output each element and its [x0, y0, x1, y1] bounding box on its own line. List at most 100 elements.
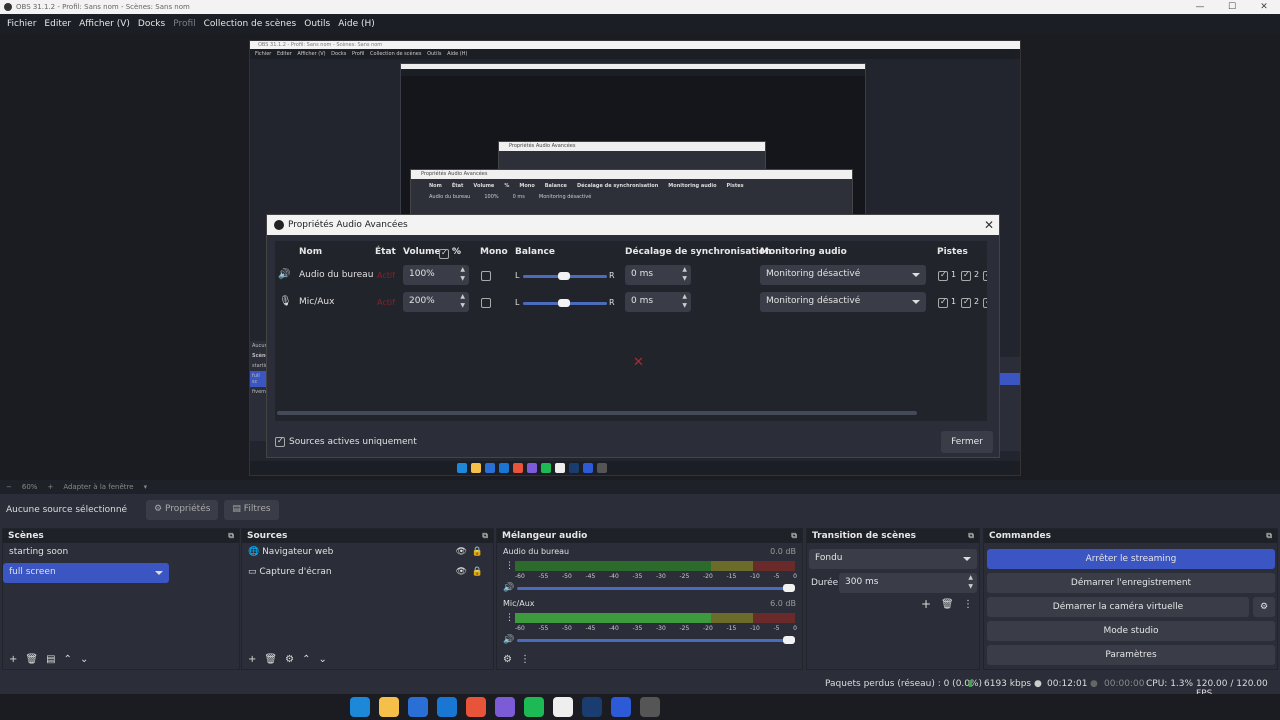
balance-knob[interactable]: [558, 272, 570, 280]
add-icon[interactable]: +: [9, 654, 17, 665]
outlook-icon[interactable]: [437, 697, 457, 717]
settings-button[interactable]: Paramètres: [987, 645, 1275, 665]
close-dialog-button[interactable]: Fermer: [941, 431, 993, 453]
monitoring-select[interactable]: Monitoring désactivé: [760, 265, 926, 285]
channel-volume-slider[interactable]: [517, 584, 795, 592]
balance-knob[interactable]: [558, 299, 570, 307]
menu-fichier[interactable]: Fichier: [7, 19, 36, 29]
stop-streaming-button[interactable]: Arrêter le streaming: [987, 549, 1275, 569]
gear-icon[interactable]: ⚙: [285, 654, 294, 665]
filters-button[interactable]: ▤ Filtres: [224, 500, 279, 520]
menu-docks[interactable]: Docks: [138, 19, 165, 29]
start-recording-button[interactable]: Démarrer l'enregistrement: [987, 573, 1275, 593]
studio-mode-button[interactable]: Mode studio: [987, 621, 1275, 641]
dialog-close-icon[interactable]: ✕: [984, 218, 994, 232]
filter-icon[interactable]: ▤: [46, 654, 55, 665]
scene-item[interactable]: starting soon: [3, 543, 239, 563]
balance-slider[interactable]: [523, 299, 607, 307]
volume-percent-checkbox[interactable]: [439, 248, 449, 259]
track1-checkbox[interactable]: [938, 270, 948, 281]
volume-spinbox[interactable]: 200% ▲ ▼: [403, 292, 469, 312]
spin-arrows-icon[interactable]: ▲ ▼: [460, 265, 465, 283]
kebab-menu-icon[interactable]: ⋮: [505, 561, 514, 571]
track2-checkbox[interactable]: [961, 270, 971, 281]
menu-editer[interactable]: Editer: [44, 19, 71, 29]
source-item[interactable]: ▭ Capture d'écran 👁 🔒: [242, 563, 493, 583]
undock-icon[interactable]: ⧉: [482, 531, 488, 541]
trash-icon[interactable]: 🗑: [941, 599, 954, 610]
mono-checkbox[interactable]: [481, 271, 491, 281]
add-icon[interactable]: +: [921, 597, 931, 611]
chevron-down-icon[interactable]: ⌄: [80, 654, 88, 665]
horizontal-scrollbar[interactable]: [277, 411, 917, 415]
brave-icon[interactable]: [466, 697, 486, 717]
track1-checkbox[interactable]: [938, 297, 948, 308]
menu-collection[interactable]: Collection de scènes: [204, 19, 297, 29]
zoom-in-button[interactable]: +: [47, 483, 53, 491]
monitoring-select[interactable]: Monitoring désactivé: [760, 292, 926, 312]
trash-icon[interactable]: 🗑: [25, 654, 38, 665]
kebab-menu-icon[interactable]: ⋮: [963, 599, 973, 610]
eye-icon[interactable]: 👁: [456, 567, 467, 577]
vertical-scrollbar[interactable]: [987, 241, 993, 421]
fit-window-option[interactable]: Adapter à la fenêtre: [63, 483, 133, 491]
spotify-icon[interactable]: [524, 697, 544, 717]
properties-button[interactable]: ⚙ Propriétés: [146, 500, 219, 520]
scene-item[interactable]: full screen: [3, 563, 169, 583]
advanced-audio-icon[interactable]: ⚙: [503, 654, 512, 665]
app-icon[interactable]: [495, 697, 515, 717]
undock-icon[interactable]: ⧉: [968, 531, 974, 541]
spin-arrows-icon[interactable]: ▲ ▼: [682, 292, 687, 310]
eye-icon[interactable]: 👁: [456, 547, 467, 557]
edge-icon[interactable]: [350, 697, 370, 717]
folder-icon[interactable]: [379, 697, 399, 717]
kebab-menu-icon[interactable]: ⋮: [520, 654, 530, 665]
steam-icon[interactable]: [582, 697, 602, 717]
offset-spinbox[interactable]: 0 ms ▲ ▼: [625, 265, 691, 285]
close-window-button[interactable]: ✕: [1248, 0, 1280, 14]
spin-arrows-icon[interactable]: ▲ ▼: [682, 265, 687, 283]
menu-profil[interactable]: Profil: [173, 19, 195, 29]
chevron-down-icon[interactable]: ▾: [144, 483, 148, 491]
menu-outils[interactable]: Outils: [304, 19, 330, 29]
app-icon[interactable]: [611, 697, 631, 717]
obs-icon[interactable]: [640, 697, 660, 717]
chevron-down-icon[interactable]: ⌄: [318, 654, 326, 665]
offset-spinbox[interactable]: 0 ms ▲ ▼: [625, 292, 691, 312]
spin-arrows-icon[interactable]: ▲ ▼: [460, 292, 465, 310]
maximize-button[interactable]: ☐: [1216, 0, 1248, 14]
balance-slider[interactable]: [523, 272, 607, 280]
spin-arrows-icon[interactable]: ▲ ▼: [968, 573, 973, 591]
active-sources-checkbox[interactable]: [275, 436, 285, 447]
undock-icon[interactable]: ⧉: [791, 531, 797, 541]
volume-knob[interactable]: [783, 584, 795, 592]
track2-checkbox[interactable]: [961, 297, 971, 308]
trash-icon[interactable]: 🗑: [264, 654, 277, 665]
chevron-up-icon[interactable]: ⌃: [302, 654, 310, 665]
lock-icon[interactable]: 🔒: [472, 547, 483, 557]
speaker-icon[interactable]: 🔊: [503, 635, 514, 645]
undock-icon[interactable]: ⧉: [228, 531, 234, 541]
duration-spinbox[interactable]: 300 ms ▲ ▼: [839, 573, 977, 593]
virtual-camera-button[interactable]: Démarrer la caméra virtuelle: [987, 597, 1249, 617]
channel-volume-slider[interactable]: [517, 636, 795, 644]
add-icon[interactable]: +: [248, 654, 256, 665]
volume-knob[interactable]: [783, 636, 795, 644]
virtual-camera-settings-button[interactable]: ⚙: [1253, 597, 1275, 617]
speaker-icon[interactable]: 🔊: [503, 583, 514, 593]
menu-aide[interactable]: Aide (H): [338, 19, 375, 29]
lock-icon[interactable]: 🔒: [472, 567, 483, 577]
zoom-out-button[interactable]: −: [6, 483, 12, 491]
volume-spinbox[interactable]: 100% ▲ ▼: [403, 265, 469, 285]
app-icon[interactable]: [553, 697, 573, 717]
menu-afficher[interactable]: Afficher (V): [79, 19, 130, 29]
app-icon[interactable]: [408, 697, 428, 717]
source-item[interactable]: 🌐 Navigateur web 👁 🔒: [242, 543, 493, 563]
chevron-up-icon[interactable]: ⌃: [64, 654, 72, 665]
meter-red: [753, 561, 795, 571]
mono-checkbox[interactable]: [481, 298, 491, 308]
transition-select[interactable]: Fondu: [809, 549, 977, 569]
undock-icon[interactable]: ⧉: [1266, 531, 1272, 541]
minimize-button[interactable]: —: [1184, 0, 1216, 14]
kebab-menu-icon[interactable]: ⋮: [505, 613, 514, 623]
